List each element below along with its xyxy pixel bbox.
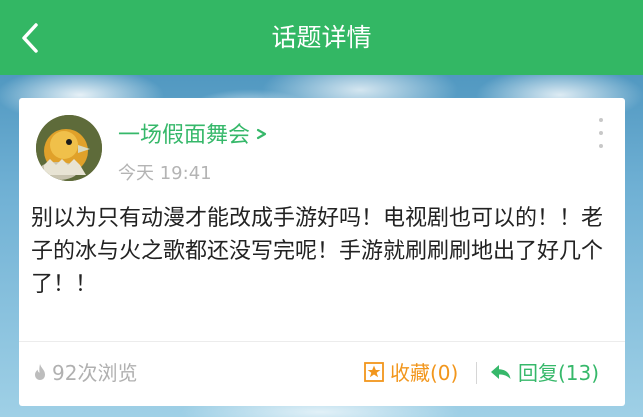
username: 一场假面舞会 xyxy=(118,123,251,148)
favorite-label: 收藏(0) xyxy=(390,361,459,385)
reply-label: 回复(13) xyxy=(518,361,600,385)
reply-button[interactable]: 回复(13) xyxy=(490,357,599,386)
username-link[interactable]: 一场假面舞会 xyxy=(118,117,268,149)
flame-icon xyxy=(35,363,45,380)
footer-separator xyxy=(476,362,477,384)
more-vertical-icon xyxy=(599,118,603,122)
post-content: 别以为只有动漫才能改成手游好吗！电视剧也可以的！！老子的冰与火之歌都还没写完呢！… xyxy=(31,206,604,297)
reply-arrow-icon xyxy=(491,364,511,379)
page-title: 话题详情 xyxy=(271,23,372,52)
star-icon xyxy=(364,361,384,382)
more-options-button[interactable] xyxy=(591,118,611,148)
divider xyxy=(19,341,625,342)
post-card: 一场假面舞会 今天 19:41 别以为只有动漫才能改成手游好吗！电视剧也可以的！… xyxy=(19,98,625,406)
header-bar: 话题详情 xyxy=(0,0,643,75)
favorite-button[interactable]: 收藏(0) xyxy=(364,357,458,386)
post-time: 今天 19:41 xyxy=(118,163,212,184)
avatar[interactable] xyxy=(36,115,102,181)
chevron-right-icon xyxy=(256,128,267,140)
view-count-text: 92次浏览 xyxy=(52,361,138,385)
bird-avatar-image xyxy=(36,115,102,181)
view-count: 92次浏览 xyxy=(33,357,137,386)
